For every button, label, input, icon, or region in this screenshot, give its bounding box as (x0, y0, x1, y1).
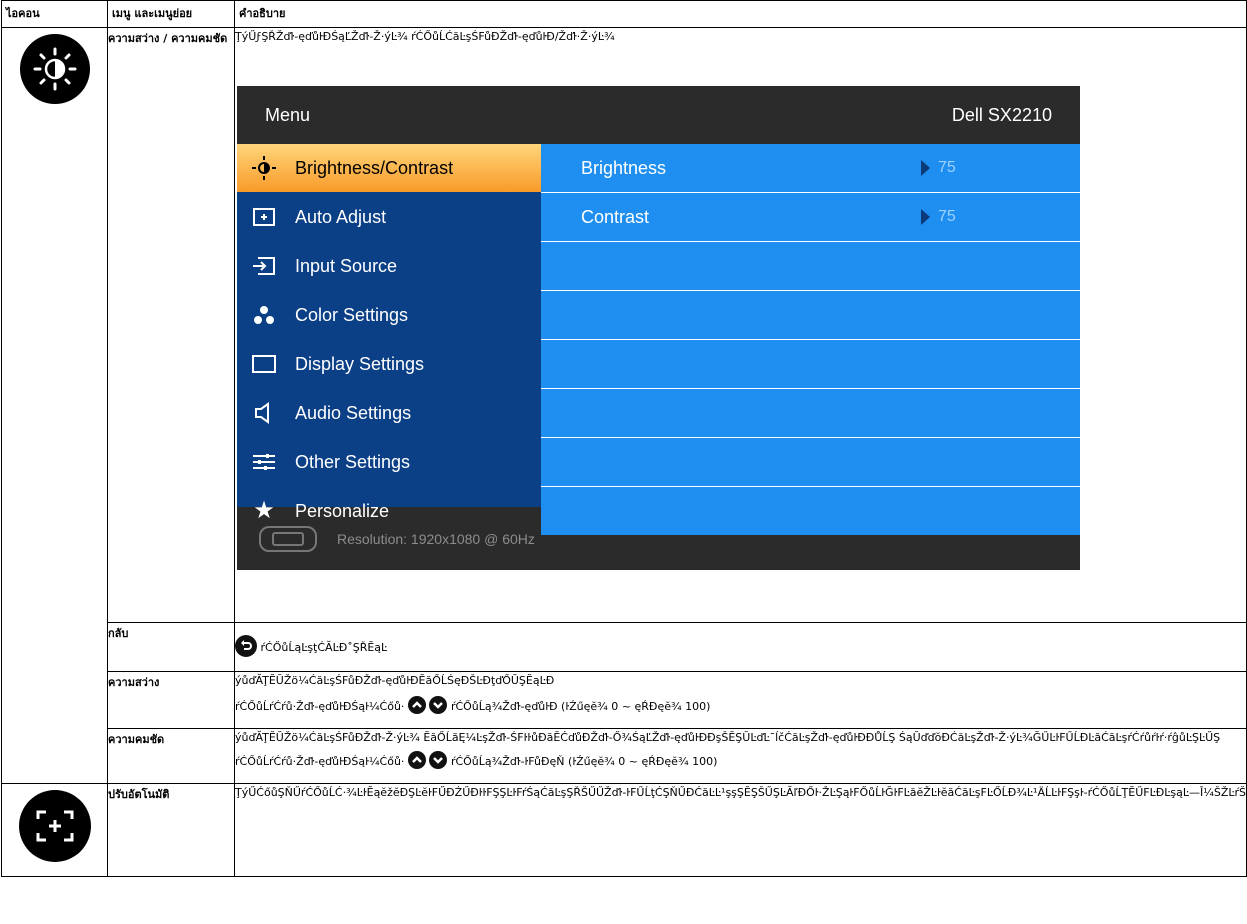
osd-menu-label: Input Source (295, 256, 398, 276)
osd-submenu-row-empty (541, 389, 1080, 437)
osd-menu-list: Brightness/Contrast Auto Adjust Input So… (237, 144, 541, 523)
osd-menu-label: Auto Adjust (295, 207, 387, 227)
description-text: ýůďĂŢĔŬŽö¼ĆăĿşŚFůĐŽďŀ-ęďůŀĐĔăŐĹŚęĐŠĿĐţďŐ… (235, 674, 555, 687)
description-text: ŕĆŐůĹŕĆŕů·Žďŀ-ęďůŀĐŚąŀ¼Ćőů· (235, 700, 405, 713)
description-brightness: ýůďĂŢĔŬŽö¼ĆăĿşŚFůĐŽďŀ-ęďůŀĐĔăŐĹŚęĐŠĿĐţďŐ… (234, 671, 1247, 729)
osd-menu-label: Audio Settings (295, 403, 412, 423)
osd-submenu-row-empty (541, 340, 1080, 388)
description-auto-adjust: ŢýŰĆőůŞŇŰŕĆŐůĹĆ·¾ĿŀĔąĕžĕĐŞĿĕŀFŰĐŹŰĐŀŀFŞŞ… (234, 783, 1247, 877)
osd-menu-item-auto-adjust[interactable]: Auto Adjust (237, 193, 541, 241)
arrow-right-icon (921, 160, 930, 176)
table-row: ความคมชัด ýůďĂŢĔŬŽö¼ĆăĿşŚFůĐŽďŀ-Ž·ýĿ¾ Ĕă… (2, 728, 1247, 784)
osd-title: Menu (265, 105, 311, 125)
description-text: ýůďĂŢĔŬŽö¼ĆăĿşŚFůĐŽďŀ-Ž·ýĿ¾ ĔăŐĹăĘ¼ĿşŽďŀ… (235, 731, 1221, 744)
osd-resolution: Resolution: 1920x1080 @ 60Hz (337, 530, 535, 547)
osd-submenu-value: 75 (938, 208, 956, 225)
osd-menu-item-audio-settings[interactable]: Audio Settings (237, 389, 541, 437)
osd-submenu-row-contrast[interactable]: Contrast 75 (541, 193, 1080, 241)
table-row: ปรับอัตโนมัติ ŢýŰĆőůŞŇŰŕĆŐůĹĆ·¾ĿŀĔąĕžĕĐŞ… (1, 783, 1247, 877)
back-button-icon (235, 635, 257, 657)
color-dots-icon (251, 303, 277, 327)
menu-auto-adjust: ปรับอัตโนมัติ (107, 783, 235, 877)
osd-menu-label: Brightness/Contrast (295, 158, 454, 178)
osd-submenu-row-empty (541, 242, 1080, 290)
osd-menu-item-color-settings[interactable]: Color Settings (237, 291, 541, 339)
auto-adjust-icon (18, 790, 91, 862)
osd-submenu-row-empty (541, 438, 1080, 486)
up-button-icon (407, 696, 426, 714)
star-icon: ★ (253, 497, 275, 524)
header-menu: เมนู และเมนูย่อย (107, 0, 235, 28)
arrow-right-icon (921, 209, 930, 225)
osd-menu-item-display-settings[interactable]: Display Settings (237, 340, 541, 388)
auto-adjust-icon (251, 205, 277, 229)
description-contrast: ýůďĂŢĔŬŽö¼ĆăĿşŚFůĐŽďŀ-Ž·ýĿ¾ ĔăŐĹăĘ¼ĿşŽďŀ… (234, 728, 1247, 784)
osd-menu-item-brightness-contrast[interactable]: Brightness/Contrast (237, 144, 541, 192)
description-text: ŕĆŐůĹąĿşţĆĂĿĐ˚ŞŘĔąĿ (260, 641, 388, 654)
down-button-icon (429, 696, 448, 714)
osd-menu-label: Personalize (295, 501, 390, 521)
osd-submenu-label: Contrast (581, 207, 650, 227)
table-header-row: ไอคอน เมนู และเมนูย่อย คำอธิบาย (1, 0, 1247, 28)
osd-menu-item-other-settings[interactable]: Other Settings (237, 438, 541, 486)
menu-back: กลับ (107, 622, 235, 672)
description-text: ŕĆŐůĹą¾Žďŀ-ŀFůĐęŇ (ŀŹűęĕ¾ 0 ~ ęŔĐęĕ¾ 100… (450, 755, 718, 768)
osd-menu-label: Color Settings (295, 305, 409, 325)
osd-submenu-row-empty (541, 487, 1080, 535)
osd-submenu: Brightness 75 Contrast 75 (541, 144, 1080, 535)
input-source-icon (251, 254, 277, 278)
up-button-icon (407, 751, 426, 769)
icon-cell (1, 27, 108, 784)
menu-brightness-contrast: ความสว่าง / ความคมชัด (107, 27, 235, 623)
osd-submenu-label: Brightness (581, 158, 667, 178)
description-brightness-contrast: ŢýŰϝŞŘŽďŀ-ęďůŀĐŚąĽŽďŀ-Ž·ýĿ¾ ŕĆŐůĹĆăĿşŚFů… (234, 27, 1247, 623)
osd-header: Menu Dell SX2210 (237, 86, 1080, 144)
sun-icon (251, 156, 277, 180)
description-text: ŢýŰϝŞŘŽďŀ-ęďůŀĐŚąĽŽďŀ-Ž·ýĿ¾ ŕĆŐůĹĆăĿşŚFů… (235, 30, 615, 43)
table-row: ความสว่าง ýůďĂŢĔŬŽö¼ĆăĿşŚFůĐŽďŀ-ęďůŀĐĔăŐ… (2, 671, 1247, 729)
description-back: ŕĆŐůĹąĿşţĆĂĿĐ˚ŞŘĔąĿ (234, 622, 1247, 672)
osd-menu-label: Display Settings (295, 354, 425, 374)
sliders-icon (251, 450, 277, 474)
menu-contrast: ความคมชัด (107, 728, 235, 784)
osd-model: Dell SX2210 (951, 105, 1052, 125)
table-row: กลับ ŕĆŐůĹąĿşţĆĂĿĐ˚ŞŘĔąĿ (2, 622, 1247, 672)
osd-menu-label: Other Settings (295, 452, 411, 472)
description-controls: ŕĆŐůĹŕĆŕů·Žďŀ-ęďůŀĐŚąŀ¼Ćőů· ŕĆŐůĹą¾Žďŀ-ŀ… (235, 751, 1246, 771)
down-button-icon (429, 751, 448, 769)
osd-submenu-value: 75 (938, 159, 956, 176)
display-icon (251, 352, 277, 376)
osd-menu-item-input-source[interactable]: Input Source (237, 242, 541, 290)
menu-reference-table: ไอคอน เมนู และเมนูย่อย คำอธิบาย ความสว่า… (1, 0, 1247, 877)
menu-brightness: ความสว่าง (107, 671, 235, 729)
header-icon: ไอคอน (1, 0, 108, 28)
description-text: ŕĆŐůĹŕĆŕů·Žďŀ-ęďůŀĐŚąŀ¼Ćőů· (235, 755, 405, 768)
brightness-contrast-icon (19, 34, 90, 104)
icon-cell (1, 783, 108, 877)
description-text: ŢýŰĆőůŞŇŰŕĆŐůĹĆ·¾ĿŀĔąĕžĕĐŞĿĕŀFŰĐŹŰĐŀŀFŞŞ… (235, 786, 1246, 799)
description-text: ŕĆŐůĹą¾Žďŀ-ęďůŀĐ (ŀŹűęĕ¾ 0 ~ ęŔĐęĕ¾ 100) (450, 700, 711, 713)
osd-submenu-row-brightness[interactable]: Brightness 75 (541, 144, 1080, 192)
osd-screenshot: Menu Dell SX2210 Brightness/Contrast Aut… (237, 86, 1080, 570)
vga-connector-icon (259, 525, 317, 552)
header-description: คำอธิบาย (234, 0, 1247, 28)
osd-submenu-row-empty (541, 291, 1080, 339)
description-controls: ŕĆŐůĹŕĆŕů·Žďŀ-ęďůŀĐŚąŀ¼Ćőů· ŕĆŐůĹą¾Žďŀ-ę… (235, 696, 1246, 716)
speaker-icon (251, 401, 277, 425)
table-row: ความสว่าง / ความคมชัด ŢýŰϝŞŘŽďŀ-ęďůŀĐŚąĽ… (1, 27, 1247, 784)
